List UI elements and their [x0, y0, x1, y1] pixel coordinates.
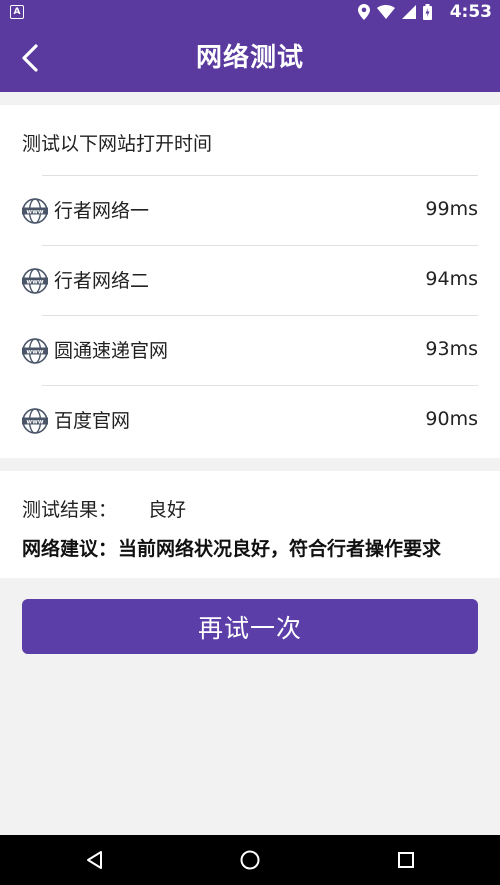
site-row-1: www 行者网络一 99ms — [0, 176, 500, 246]
site-row-3: www 圆通速递官网 93ms — [0, 316, 500, 386]
page-title: 网络测试 — [195, 43, 304, 73]
system-nav-bar — [0, 835, 500, 885]
svg-text:www: www — [26, 208, 43, 215]
www-globe-icon: www — [22, 198, 48, 224]
site-row-2: www 行者网络二 94ms — [0, 246, 500, 316]
status-bar: A 4:53 — [0, 0, 500, 24]
site-latency: 93ms — [425, 338, 478, 360]
recents-square-icon[interactable] — [394, 848, 418, 872]
wifi-icon — [377, 5, 395, 19]
result-label: 测试结果： — [22, 499, 118, 521]
svg-text:www: www — [26, 418, 43, 425]
svg-text:www: www — [26, 278, 43, 285]
advice-text: 当前网络状况良好，符合行者操作要求 — [118, 538, 442, 560]
site-row-4: www 百度官网 90ms — [0, 386, 500, 456]
test-card-heading: 测试以下网站打开时间 — [22, 133, 213, 155]
retry-button[interactable]: 再试一次 — [22, 599, 478, 654]
test-result-section: 测试结果： 良好 网络建议： 当前网络状况良好，符合行者操作要求 — [0, 471, 500, 578]
location-icon — [358, 4, 370, 20]
site-name: 行者网络一 — [54, 200, 150, 222]
app-bar: 网络测试 — [0, 24, 500, 92]
site-latency: 90ms — [425, 408, 478, 430]
site-name: 百度官网 — [54, 410, 131, 432]
back-triangle-icon[interactable] — [83, 848, 107, 872]
advice-label: 网络建议： — [22, 538, 118, 560]
home-circle-icon[interactable] — [238, 848, 262, 872]
www-globe-icon: www — [22, 338, 48, 364]
www-globe-icon: www — [22, 268, 48, 294]
www-globe-icon: www — [22, 408, 48, 434]
result-value: 良好 — [148, 499, 187, 521]
site-name: 行者网络二 — [54, 270, 150, 292]
site-latency: 94ms — [425, 268, 478, 290]
site-name: 圆通速递官网 — [54, 340, 169, 362]
status-time: 4:53 — [449, 2, 492, 22]
svg-text:www: www — [26, 348, 43, 355]
battery-icon — [423, 4, 432, 20]
site-test-card: 测试以下网站打开时间 www 行者网络一 99ms www 行者网络二 94ms — [0, 105, 500, 458]
signal-icon — [402, 5, 416, 19]
notification-icon: A — [10, 5, 24, 19]
site-latency: 99ms — [425, 198, 478, 220]
